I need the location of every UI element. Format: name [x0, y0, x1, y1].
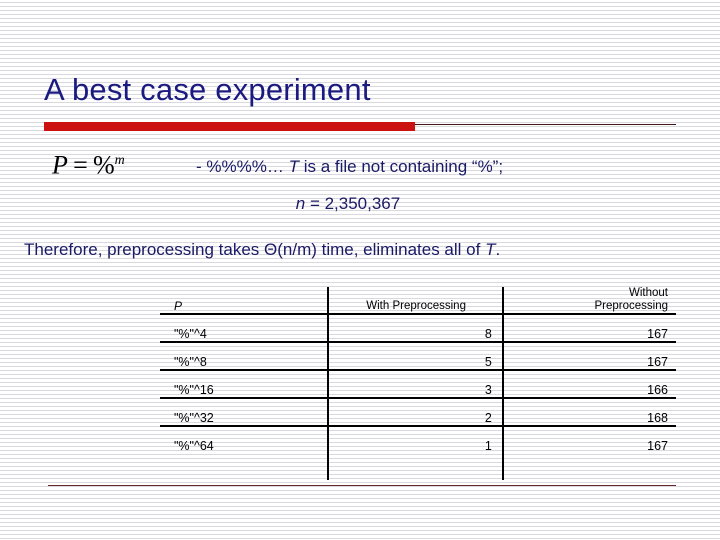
n-symbol: n: [295, 194, 306, 213]
column-header-pattern: P: [174, 299, 183, 313]
column-header-with-preprocessing: With Preprocessing: [366, 300, 466, 312]
column-header-without-line1: Without: [629, 287, 668, 299]
n-value: = 2,350,367: [305, 194, 401, 213]
cell-with: 5: [332, 341, 500, 370]
description-prefix: - %%%%…: [196, 157, 289, 176]
table-row: "%"^8 5 167: [160, 341, 676, 370]
table-row: "%"^32 2 168: [160, 397, 676, 426]
therefore-statement: Therefore, preprocessing takes Θ(n/m) ti…: [24, 238, 500, 262]
table-column-divider-2: [502, 287, 504, 480]
title-accent-bar: [44, 122, 415, 131]
cell-without: 167: [499, 341, 676, 370]
column-header-without-preprocessing: Without Preprocessing: [500, 287, 676, 314]
formula-base: %: [93, 150, 115, 180]
table-column-divider-1: [327, 287, 329, 480]
formula-exponent: m: [114, 153, 125, 168]
text-length-line: n = 2,350,367: [196, 192, 500, 216]
cell-without: 168: [499, 397, 676, 426]
table-row: "%"^64 1 167: [160, 425, 676, 453]
formula-lhs: P: [52, 150, 68, 180]
column-header-without-line2: Preprocessing: [594, 300, 668, 312]
page-title: A best case experiment: [44, 72, 371, 107]
table-row: "%"^16 3 166: [160, 369, 676, 398]
therefore-prefix: Therefore, preprocessing takes Θ(n/m) ti…: [24, 240, 486, 259]
cell-without: 167: [499, 425, 676, 453]
description-suffix: is a file not containing “%”;: [298, 157, 504, 176]
cell-with: 2: [332, 397, 500, 426]
slide-canvas: A best case experiment P = %m - %%%%… T …: [0, 0, 720, 540]
table-header-row: P With Preprocessing Without Preprocessi…: [160, 287, 676, 314]
pattern-description: - %%%%… T is a file not containing “%”;: [196, 155, 503, 179]
cell-without: 166: [499, 369, 676, 398]
table-row: "%"^4 8 167: [160, 313, 676, 342]
footer-rule: [48, 485, 676, 486]
therefore-suffix: .: [495, 240, 501, 259]
pattern-formula: P = %m: [52, 146, 125, 181]
cell-pattern: "%"^32: [160, 397, 333, 426]
cell-pattern: "%"^16: [160, 369, 333, 398]
therefore-italic-T: T: [485, 240, 496, 259]
cell-with: 8: [332, 313, 500, 342]
cell-with: 1: [332, 425, 500, 453]
cell-pattern: "%"^64: [160, 425, 333, 453]
formula-equals: =: [73, 150, 88, 180]
cell-without: 167: [499, 313, 676, 342]
cell-pattern: "%"^4: [160, 313, 333, 342]
cell-pattern: "%"^8: [160, 341, 333, 370]
results-table: P With Preprocessing Without Preprocessi…: [160, 287, 676, 453]
description-italic-T: T: [288, 157, 299, 176]
cell-with: 3: [332, 369, 500, 398]
